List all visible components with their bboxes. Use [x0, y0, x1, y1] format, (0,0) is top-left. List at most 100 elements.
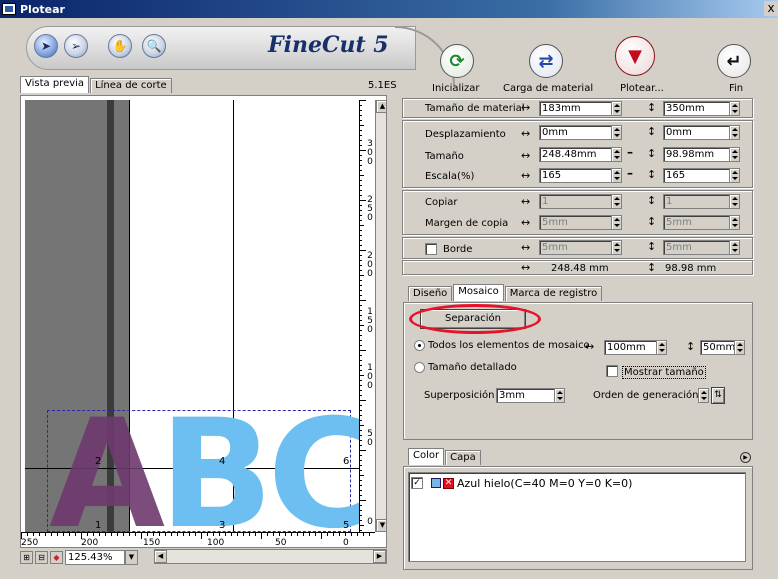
- generation-order-spinner[interactable]: [698, 388, 709, 403]
- ruler-tick: [360, 340, 362, 341]
- ruler-tick: [360, 505, 362, 506]
- tab-mosaic[interactable]: Mosaico: [453, 284, 504, 301]
- ruler-tick: [135, 533, 136, 536]
- material-height-spinner[interactable]: [729, 101, 740, 116]
- detailed-size-radio[interactable]: [414, 362, 425, 373]
- color-view-icon[interactable]: ◆: [50, 550, 63, 564]
- show-size-checkbox[interactable]: [606, 365, 618, 377]
- tab-cut-line[interactable]: Línea de corte: [90, 78, 172, 93]
- scale-x-field[interactable]: 165: [539, 168, 611, 183]
- ruler-tick: [273, 533, 274, 536]
- tab-design[interactable]: Diseño: [408, 286, 453, 301]
- ruler-tick: [177, 533, 178, 536]
- all-elements-y-spinner[interactable]: [734, 340, 745, 355]
- size-x-field[interactable]: 248.48mm: [539, 147, 611, 162]
- zoom-input[interactable]: 125.43%: [65, 549, 125, 565]
- ruler-tick: [195, 533, 196, 536]
- ruler-tick: [360, 460, 362, 461]
- border-checkbox[interactable]: [425, 243, 437, 255]
- end-button[interactable]: ↵: [717, 44, 751, 78]
- scale-y-spinner[interactable]: [729, 168, 740, 183]
- ruler-tick: [75, 533, 76, 536]
- zoom-dropdown-button[interactable]: ▼: [125, 549, 138, 565]
- preview-canvas[interactable]: ABC 2 4 6 1 3 5: [25, 100, 359, 532]
- height-arrow-icon: ↕: [647, 261, 657, 274]
- scroll-right-button[interactable]: ▶: [373, 550, 386, 563]
- offset-y-spinner[interactable]: [729, 125, 740, 140]
- preview-panel: ABC 2 4 6 1 3 5 3 0 0 2 5 0 2 0 0 1 5 0 …: [20, 95, 387, 548]
- ruler-tick: [111, 533, 112, 536]
- material-height-field[interactable]: 350mm: [663, 101, 729, 116]
- offset-x-field[interactable]: 0mm: [539, 125, 611, 140]
- zoom-icon[interactable]: 🔍: [142, 34, 166, 58]
- material-width-field[interactable]: 183mm: [539, 101, 611, 116]
- all-elements-y-field[interactable]: 50mm: [700, 340, 735, 355]
- scroll-down-button[interactable]: ▼: [376, 519, 386, 532]
- ruler-tick: [360, 320, 362, 321]
- ruler-tick: [87, 533, 88, 536]
- tile-number: 1: [95, 520, 102, 531]
- plot-button[interactable]: ▼: [615, 36, 655, 76]
- panel-menu-icon[interactable]: ▶: [740, 452, 751, 463]
- generation-order-label: Orden de generación: [593, 390, 699, 401]
- offset-x-spinner[interactable]: [611, 125, 622, 140]
- horizontal-scrollbar[interactable]: ◀ ▶: [154, 549, 387, 564]
- ruler-tick: [360, 160, 362, 161]
- tab-registration-mark[interactable]: Marca de registro: [504, 286, 603, 301]
- color-swatch: [431, 478, 441, 488]
- ruler-tick: [360, 265, 362, 266]
- result-group: ↔ 248.48 mm ↕ 98.98 mm: [402, 260, 753, 275]
- size-y-spinner[interactable]: [729, 147, 740, 162]
- overlap-field[interactable]: 3mm: [496, 388, 554, 403]
- vertical-scrollbar[interactable]: ▲ ▼: [375, 100, 386, 532]
- copy-margin-x-field: 5mm: [539, 215, 611, 230]
- overlap-spinner[interactable]: [554, 388, 565, 403]
- ruler-tick: [231, 533, 232, 536]
- offset-y-field[interactable]: 0mm: [663, 125, 729, 140]
- tab-layer[interactable]: Capa: [445, 450, 481, 465]
- initialize-label: Inicializar: [432, 83, 480, 94]
- size-y-field[interactable]: 98.98mm: [663, 147, 729, 162]
- ruler-tick: [360, 175, 364, 176]
- scale-y-field[interactable]: 165: [663, 168, 729, 183]
- ruler-tick: [360, 400, 366, 401]
- color-output-checkbox[interactable]: ✓: [411, 477, 423, 489]
- color-list: ✓ ✕ Azul hielo(C=40 M=0 Y=0 K=0): [408, 472, 746, 562]
- tile-view-icon[interactable]: ⊞: [20, 550, 33, 564]
- ruler-tick: [360, 440, 362, 441]
- generation-order-icon[interactable]: ⇅: [711, 387, 725, 404]
- ruler-tick: [63, 533, 64, 536]
- ruler-tick: [360, 345, 362, 346]
- size-x-spinner[interactable]: [611, 147, 622, 162]
- all-elements-x-spinner[interactable]: [656, 340, 667, 355]
- all-elements-radio[interactable]: [414, 340, 425, 351]
- hand-icon[interactable]: ✋: [108, 34, 132, 58]
- ruler-tick: [360, 185, 362, 186]
- all-elements-x-field[interactable]: 100mm: [604, 340, 656, 355]
- ruler-tick: [360, 210, 362, 211]
- ruler-tick: [360, 405, 362, 406]
- list-item[interactable]: ✓ ✕ Azul hielo(C=40 M=0 Y=0 K=0): [411, 475, 632, 491]
- close-button[interactable]: x: [764, 1, 778, 16]
- split-view-icon[interactable]: ⊟: [35, 550, 48, 564]
- scroll-up-button[interactable]: ▲: [376, 100, 386, 113]
- tab-preview[interactable]: Vista previa: [20, 76, 90, 93]
- load-material-button[interactable]: ⇄: [529, 44, 563, 78]
- scale-x-spinner[interactable]: [611, 168, 622, 183]
- letter-a: A: [49, 388, 165, 532]
- ruler-tick: [159, 533, 160, 536]
- cut-mode-icon[interactable]: ✕: [443, 477, 454, 489]
- tab-color[interactable]: Color: [408, 448, 445, 465]
- select-arrow-icon[interactable]: ➤: [34, 34, 58, 58]
- ruler-tick: [207, 533, 208, 536]
- ruler-tick: [360, 125, 364, 126]
- ruler-tick: [360, 315, 362, 316]
- ruler-tick: [360, 355, 362, 356]
- height-arrow-icon: ↕: [647, 147, 657, 160]
- ruler-tick: [249, 533, 250, 536]
- material-width-spinner[interactable]: [611, 101, 622, 116]
- node-arrow-icon[interactable]: ➢: [64, 34, 88, 58]
- ruler-tick: [333, 533, 334, 536]
- scroll-left-button[interactable]: ◀: [154, 550, 167, 563]
- initialize-button[interactable]: ⟳: [440, 44, 474, 78]
